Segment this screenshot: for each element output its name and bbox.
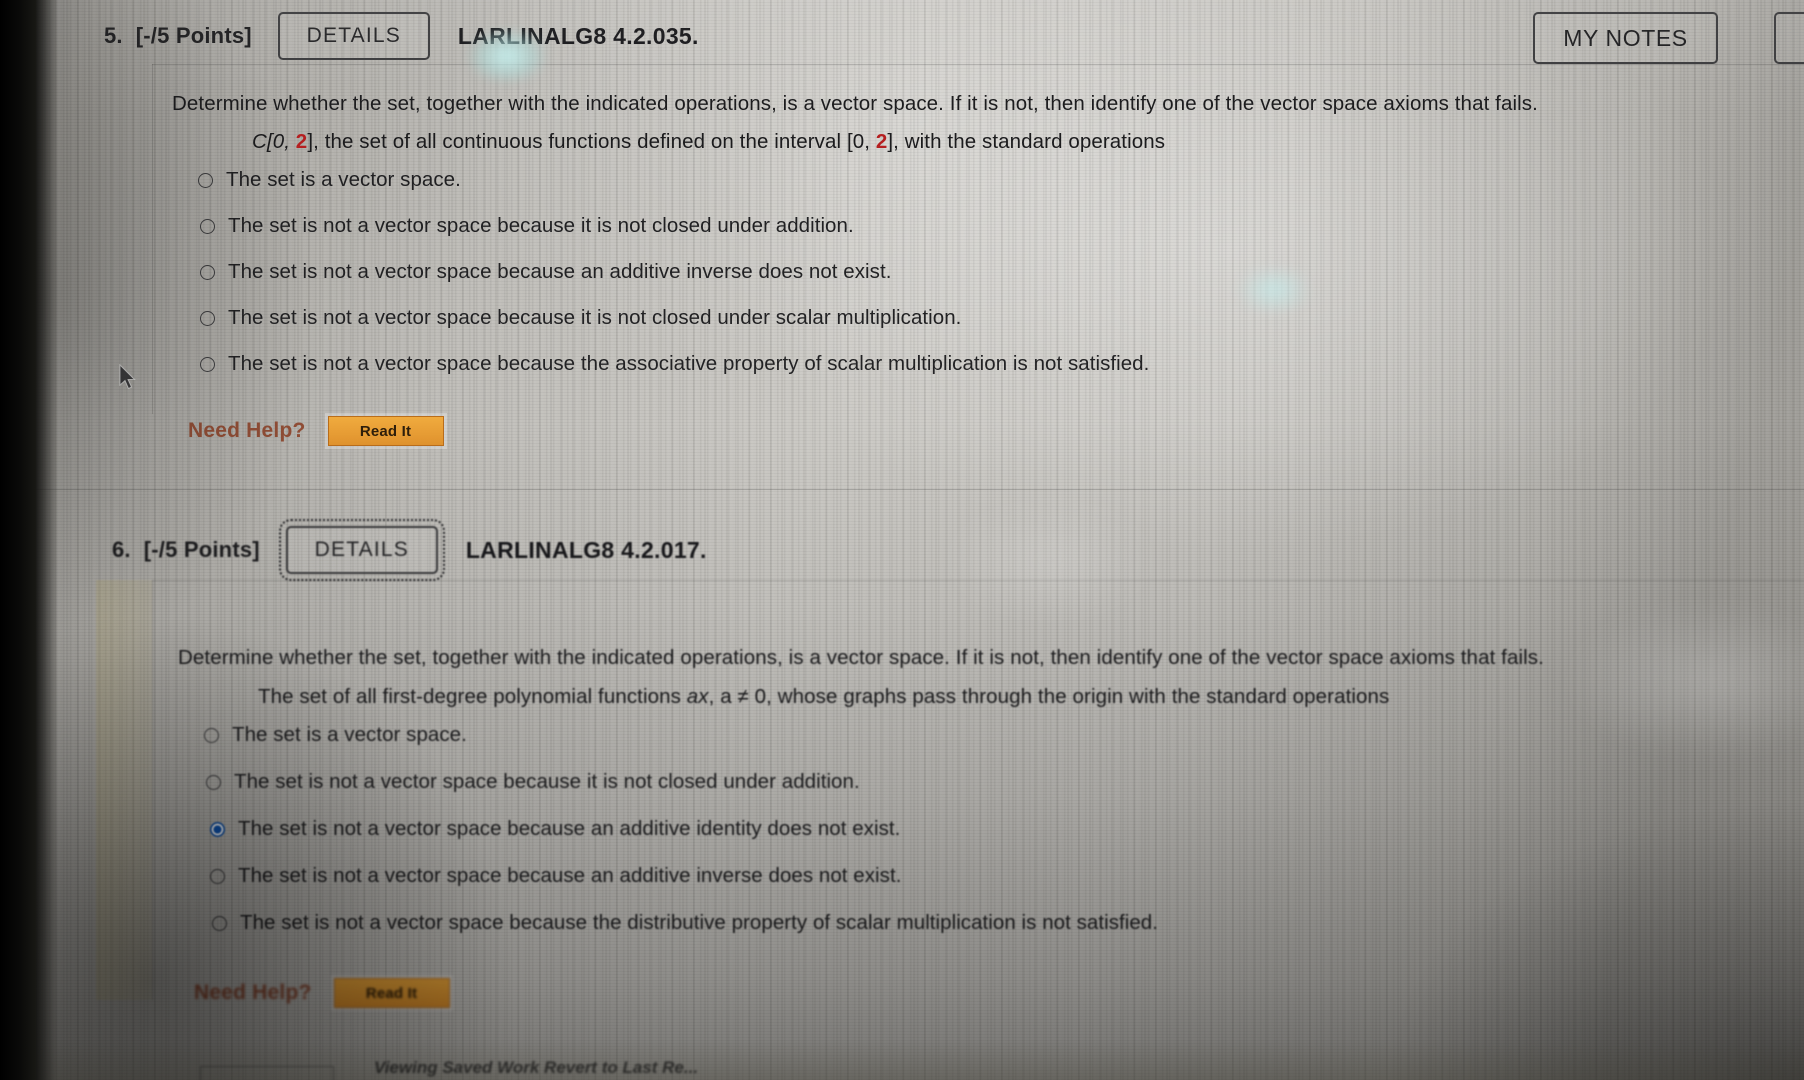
webassign-assignment-content: 5. [-/5 Points] DETAILS LARLINALG8 4.2.0…	[0, 0, 1804, 1080]
radio-icon[interactable]	[204, 728, 219, 743]
question-6-side-strip	[96, 580, 152, 1000]
question-6-points: [-/5 Points]	[143, 537, 260, 562]
read-it-button-q5[interactable]: Read It	[327, 416, 444, 446]
question-6-header: 6. [-/5 Points] DETAILS LARLINALG8 4.2.0…	[0, 519, 1804, 581]
option-row-selected[interactable]: The set is not a vector space because an…	[210, 817, 1158, 841]
radio-icon[interactable]	[200, 219, 215, 234]
option-label: The set is not a vector space because an…	[228, 260, 892, 283]
option-label: The set is not a vector space because an…	[238, 817, 901, 840]
option-label: The set is not a vector space because it…	[234, 770, 860, 793]
question-6-prompt: Determine whether the set, together with…	[178, 646, 1544, 669]
radio-icon[interactable]	[200, 311, 215, 326]
mouse-cursor-icon	[119, 364, 136, 390]
radio-icon[interactable]	[200, 265, 215, 280]
question-5-code: LARLINALG8 4.2.035.	[457, 22, 699, 49]
question-5-number: 5.	[104, 23, 123, 48]
my-notes-button-q5-label: MY NOTES	[1563, 24, 1688, 51]
question-5-panel-left-border	[152, 64, 153, 414]
q5-sub-part-a: C[0,	[252, 130, 296, 153]
question-block-6: 6. [-/5 Points] DETAILS LARLINALG8 4.2.0…	[0, 519, 1804, 1008]
q6-sub-part-b: ax	[686, 685, 709, 708]
question-5-body: Determine whether the set, together with…	[0, 64, 1804, 446]
option-label: The set is not a vector space because it…	[228, 214, 854, 237]
q5-sub-part-b: 2	[295, 130, 308, 153]
q5-sub-part-d: 2	[875, 130, 888, 153]
option-label: The set is not a vector space because it…	[228, 306, 962, 329]
question-separator	[0, 489, 1804, 490]
option-label: The set is a vector space.	[226, 168, 461, 191]
question-6-panel-top-border	[152, 580, 1804, 581]
question-block-5: 5. [-/5 Points] DETAILS LARLINALG8 4.2.0…	[0, 8, 1804, 446]
question-6-body: Determine whether the set, together with…	[0, 580, 1804, 1008]
option-row[interactable]: The set is not a vector space because th…	[212, 911, 1158, 935]
option-row[interactable]: The set is not a vector space because an…	[210, 864, 1158, 888]
radio-icon[interactable]	[212, 916, 227, 931]
radio-icon[interactable]	[200, 357, 215, 372]
offscreen-button-q5[interactable]	[1774, 12, 1804, 64]
option-label: The set is a vector space.	[232, 723, 467, 746]
footer-note: Viewing Saved Work Revert to Last Re...	[374, 1058, 699, 1077]
question-6-options: The set is a vector space. The set is no…	[204, 723, 1158, 935]
question-5-options: The set is a vector space. The set is no…	[198, 168, 1149, 376]
read-it-button-q6-label: Read It	[365, 984, 418, 1002]
photographed-monitor-screen: 5. [-/5 Points] DETAILS LARLINALG8 4.2.0…	[0, 0, 1804, 1080]
q6-sub-part-c: , a ≠ 0, whose graphs pass through the o…	[708, 685, 1390, 708]
question-5-help-row: Need Help? Read It	[188, 416, 444, 446]
need-help-label-q6: Need Help?	[194, 981, 312, 1004]
radio-icon-selected[interactable]	[210, 822, 225, 837]
q5-sub-part-c: ], the set of all continuous functions d…	[307, 130, 876, 153]
option-label: The set is not a vector space because an…	[238, 864, 902, 887]
monitor-bezel-left	[0, 0, 36, 1080]
question-6-panel-left-border	[152, 580, 153, 1000]
radio-icon[interactable]	[210, 869, 225, 884]
my-notes-button-q5[interactable]: MY NOTES	[1533, 12, 1718, 64]
q6-sub-part-a: The set of all first-degree polynomial f…	[258, 685, 687, 708]
option-row[interactable]: The set is a vector space.	[204, 723, 1158, 747]
option-row[interactable]: The set is not a vector space because an…	[200, 260, 1149, 284]
read-it-button-q5-label: Read It	[359, 422, 412, 440]
option-row[interactable]: The set is a vector space.	[198, 168, 1149, 192]
option-row[interactable]: The set is not a vector space because it…	[200, 306, 1149, 330]
question-5-subprompt: C[0, 2], the set of all continuous funct…	[252, 130, 1165, 154]
option-row[interactable]: The set is not a vector space because it…	[200, 214, 1149, 238]
details-button-q6[interactable]: DETAILS	[278, 519, 445, 581]
question-6-subprompt: The set of all first-degree polynomial f…	[258, 685, 1389, 709]
question-5-panel-top-border	[152, 64, 1804, 65]
question-5-prompt: Determine whether the set, together with…	[172, 92, 1538, 115]
details-button-q5-label: DETAILS	[306, 24, 402, 47]
option-label: The set is not a vector space because th…	[228, 352, 1150, 375]
read-it-button-q6[interactable]: Read It	[333, 978, 450, 1008]
question-5-header: 5. [-/5 Points] DETAILS LARLINALG8 4.2.0…	[0, 8, 1804, 64]
option-row[interactable]: The set is not a vector space because it…	[206, 770, 1158, 794]
question-6-number: 6.	[112, 537, 131, 562]
question-6-code: LARLINALG8 4.2.017.	[465, 536, 707, 563]
details-button-q5[interactable]: DETAILS	[277, 12, 430, 60]
footer-button-fragment[interactable]	[200, 1066, 334, 1080]
q5-sub-part-e: ], with the standard operations	[887, 130, 1166, 153]
monitor-bezel-left-inner	[36, 0, 56, 1080]
radio-icon[interactable]	[198, 173, 213, 188]
details-button-q6-label: DETAILS	[314, 538, 410, 561]
question-5-points: [-/5 Points]	[135, 23, 252, 48]
option-label: The set is not a vector space because th…	[240, 911, 1158, 934]
option-row[interactable]: The set is not a vector space because th…	[200, 352, 1149, 376]
radio-icon[interactable]	[206, 775, 221, 790]
need-help-label-q5: Need Help?	[188, 419, 306, 442]
question-6-help-row: Need Help? Read It	[194, 978, 450, 1008]
